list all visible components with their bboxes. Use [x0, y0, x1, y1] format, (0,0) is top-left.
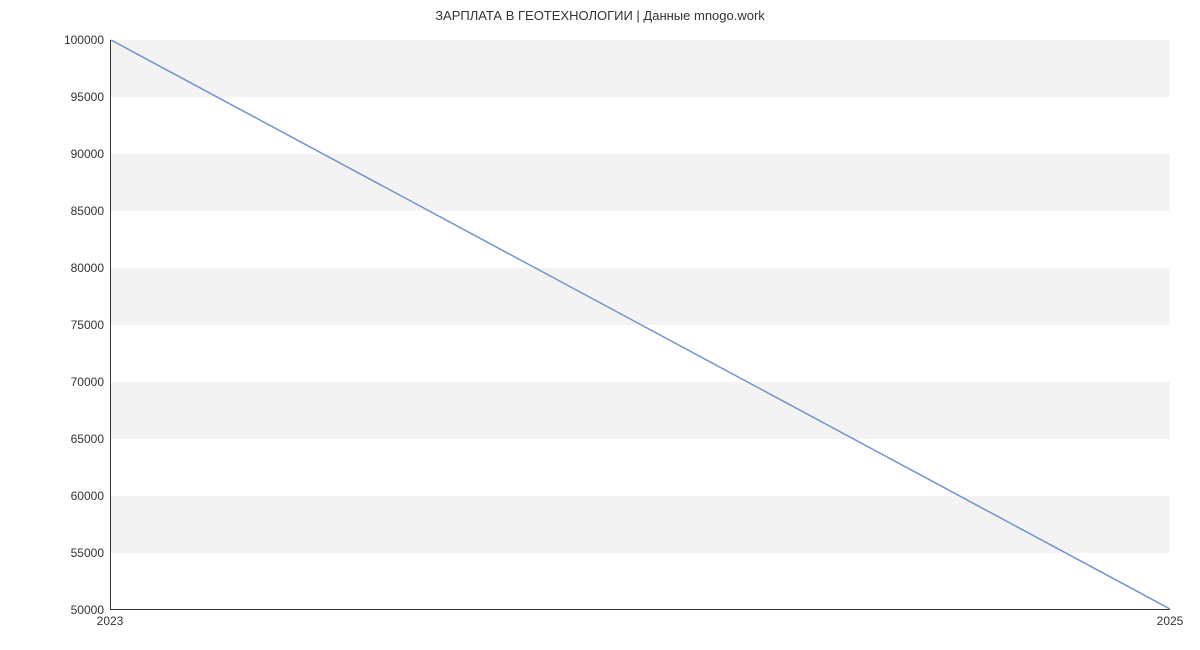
line-series [111, 40, 1170, 609]
y-tick-label: 90000 [44, 147, 104, 161]
y-tick-label: 65000 [44, 432, 104, 446]
y-tick-label: 50000 [44, 603, 104, 617]
chart-container: ЗАРПЛАТА В ГЕОТЕХНОЛОГИИ | Данные mnogo.… [0, 0, 1200, 650]
y-tick-label: 70000 [44, 375, 104, 389]
y-tick-label: 75000 [44, 318, 104, 332]
chart-title: ЗАРПЛАТА В ГЕОТЕХНОЛОГИИ | Данные mnogo.… [0, 8, 1200, 23]
y-tick-label: 95000 [44, 90, 104, 104]
plot-area [110, 40, 1170, 610]
y-tick-label: 85000 [44, 204, 104, 218]
x-tick-label: 2025 [1157, 614, 1184, 628]
y-tick-label: 55000 [44, 546, 104, 560]
x-tick-label: 2023 [97, 614, 124, 628]
y-tick-label: 60000 [44, 489, 104, 503]
y-tick-label: 80000 [44, 261, 104, 275]
y-tick-label: 100000 [44, 33, 104, 47]
